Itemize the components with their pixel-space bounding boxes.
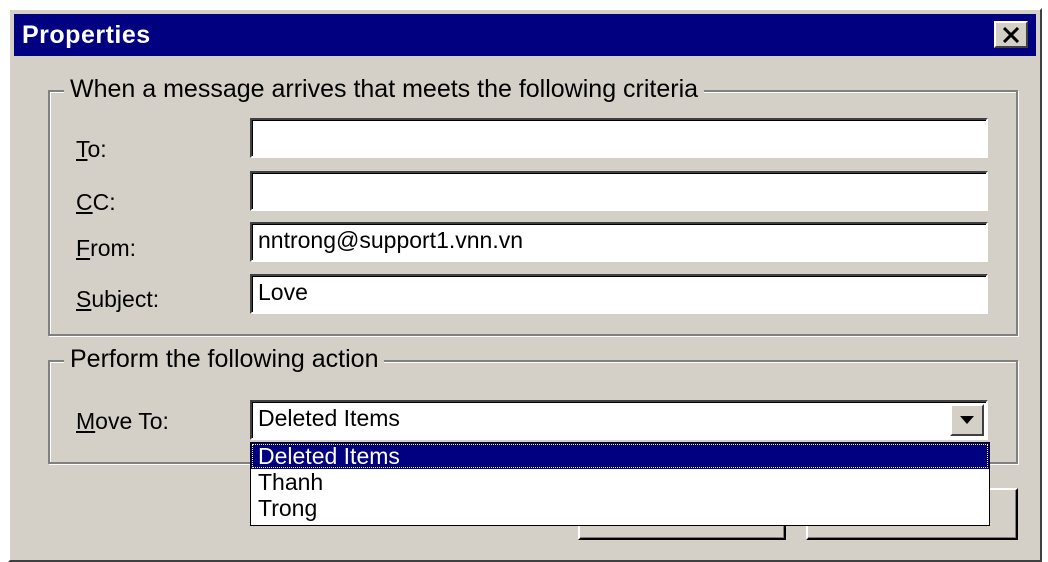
title-bar[interactable]: Properties bbox=[14, 14, 1036, 56]
subject-field[interactable]: Love bbox=[250, 274, 988, 314]
option-trong[interactable]: Trong bbox=[251, 495, 989, 521]
cc-field[interactable] bbox=[250, 171, 988, 211]
to-field[interactable] bbox=[250, 118, 988, 158]
to-label: To: bbox=[76, 136, 107, 162]
from-label: From: bbox=[76, 235, 137, 261]
window-title: Properties bbox=[22, 21, 151, 49]
move-to-options-list[interactable]: Deleted Items Thanh Trong bbox=[250, 442, 990, 526]
close-icon bbox=[1002, 26, 1020, 43]
option-deleted-items[interactable]: Deleted Items bbox=[251, 443, 989, 469]
cc-label: CC: bbox=[76, 189, 116, 215]
move-to-label: Move To: bbox=[76, 408, 169, 434]
subject-label: Subject: bbox=[76, 286, 160, 312]
close-button[interactable] bbox=[994, 21, 1028, 48]
dropdown-arrow-button[interactable] bbox=[950, 404, 984, 436]
criteria-legend: When a message arrives that meets the fo… bbox=[64, 75, 705, 104]
move-to-dropdown[interactable]: Deleted Items bbox=[250, 400, 988, 440]
option-thanh[interactable]: Thanh bbox=[251, 469, 989, 495]
move-to-selected: Deleted Items bbox=[258, 405, 400, 431]
from-field[interactable]: nntrong@support1.vnn.vn bbox=[250, 222, 988, 262]
chevron-down-icon bbox=[960, 416, 974, 424]
action-legend: Perform the following action bbox=[64, 345, 385, 374]
properties-dialog: Properties When a message arrives that m… bbox=[8, 8, 1042, 562]
